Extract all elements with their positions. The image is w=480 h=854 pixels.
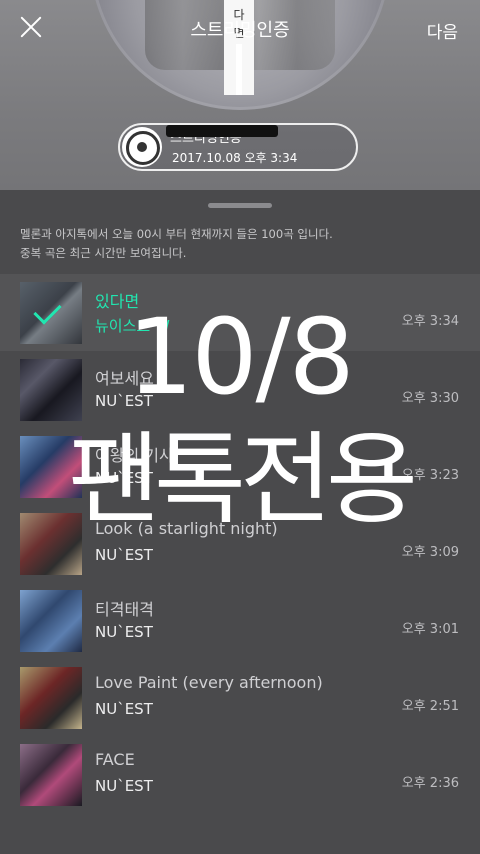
vertical-badge: 다 면: [224, 0, 254, 95]
song-title: 티격태격: [95, 600, 154, 619]
close-icon[interactable]: [18, 14, 44, 40]
song-artist: NU`EST: [95, 623, 153, 641]
next-button[interactable]: 다음: [427, 18, 458, 43]
watermark-date: 10/8: [127, 296, 355, 418]
song-row[interactable]: FACE NU`EST 오후 2:36: [0, 736, 480, 813]
song-title: Love Paint (every afternoon): [95, 673, 323, 692]
watermark-text: 팬톡전용: [68, 421, 418, 538]
disc-icon: [122, 127, 162, 167]
notice-line-2: 중복 곡은 최근 시간만 보여집니다.: [20, 246, 187, 260]
play-time: 오후 2:51: [401, 699, 459, 714]
song-artist: NU`EST: [95, 777, 153, 795]
notice-line-1: 멜론과 아지톡에서 오늘 00시 부터 현재까지 들은 100곡 입니다.: [20, 227, 333, 241]
song-artist: NU`EST: [95, 700, 153, 718]
drag-handle[interactable]: [208, 203, 272, 208]
certificate-datetime: 2017.10.08 오후 3:34: [172, 151, 298, 165]
play-time: 오후 2:36: [401, 776, 459, 791]
badge-bar: [236, 44, 242, 95]
notice-text: 멜론과 아지톡에서 오늘 00시 부터 현재까지 들은 100곡 입니다. 중복…: [20, 225, 460, 263]
album-thumbnail: [20, 590, 82, 652]
redaction-mark: [166, 125, 278, 137]
streaming-certificate: 스트리밍인증 2017.10.08 오후 3:34: [118, 123, 358, 171]
album-thumbnail: [20, 744, 82, 806]
song-row[interactable]: Love Paint (every afternoon) NU`EST 오후 2…: [0, 659, 480, 736]
play-time: 오후 3:09: [401, 545, 459, 560]
play-time: 오후 3:01: [401, 622, 459, 637]
song-artist: NU`EST: [95, 546, 153, 564]
song-title: FACE: [95, 750, 135, 769]
song-row[interactable]: 티격태격 NU`EST 오후 3:01: [0, 582, 480, 659]
album-thumbnail: [20, 667, 82, 729]
header-area: 다 면 스트리밍인증 다음 스트리밍인증 2017.10.08 오후 3:34: [0, 0, 480, 190]
page-title: 스트리밍인증: [190, 20, 290, 41]
